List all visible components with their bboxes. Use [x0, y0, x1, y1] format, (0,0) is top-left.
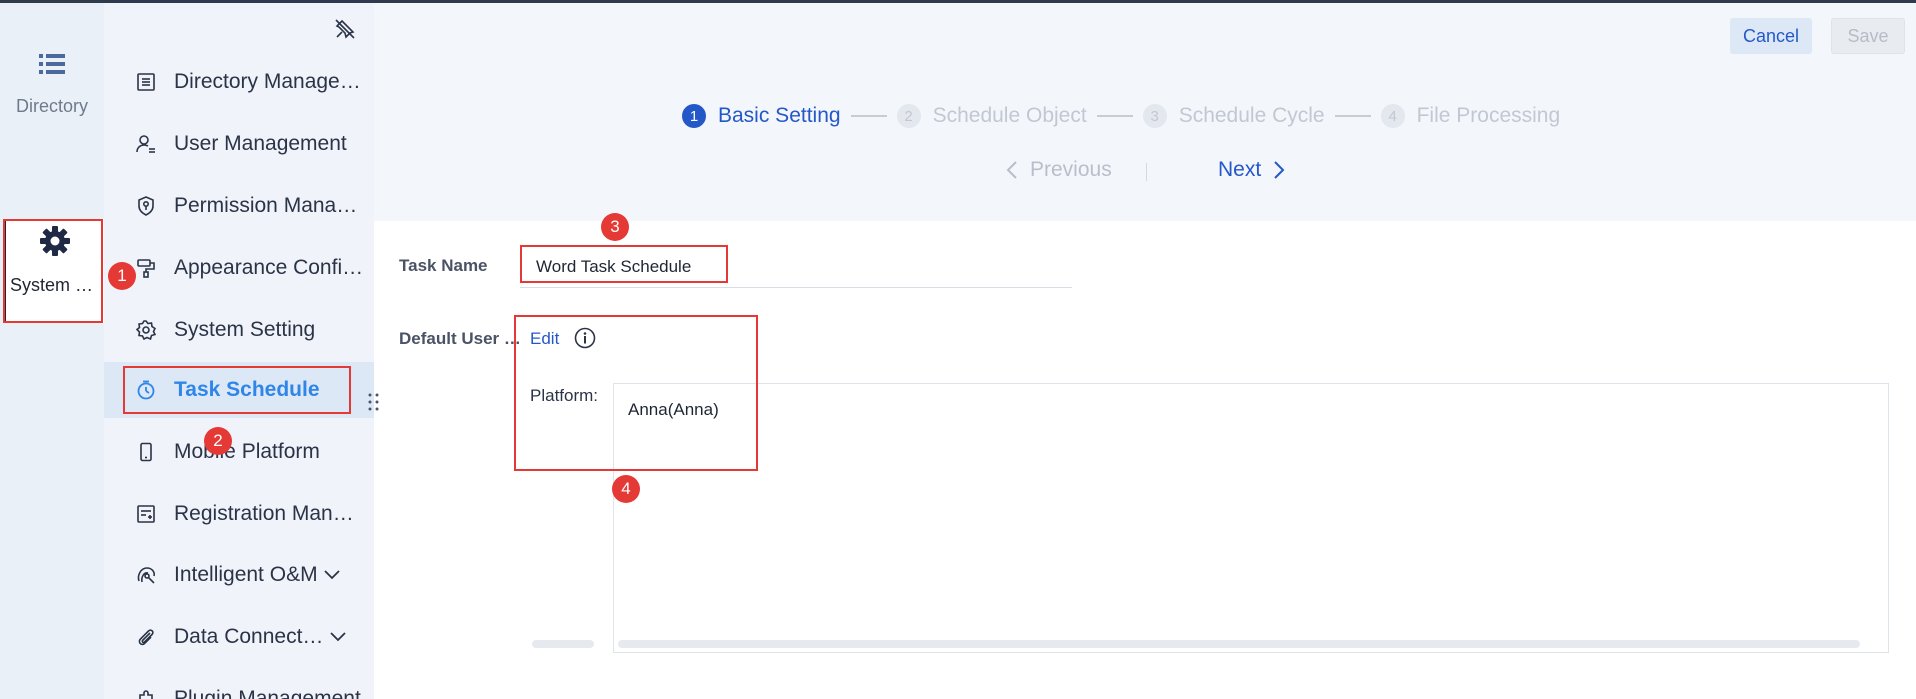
annotation-badge-3: 3 — [601, 213, 629, 241]
annotation-badge-2: 2 — [204, 427, 232, 455]
menu-item-label: User Management — [174, 132, 347, 155]
step-number: 3 — [1142, 104, 1167, 128]
step-file-processing[interactable]: 4 File Processing — [1380, 104, 1561, 128]
menu-item-permission-management[interactable]: Permission Management — [104, 178, 374, 234]
annotation-badge-1: 1 — [108, 262, 136, 290]
menu-item-user-management[interactable]: User Management — [104, 116, 374, 172]
nav-divider — [1146, 163, 1147, 181]
menu-item-label: Data Connection — [174, 625, 324, 648]
step-connector — [1334, 115, 1371, 117]
step-label: Schedule Object — [932, 104, 1087, 127]
menu-item-label: Mobile Platform — [174, 440, 320, 463]
horizontal-scrollbar[interactable] — [618, 640, 1860, 648]
rail-directory-label: Directory — [15, 96, 88, 116]
step-basic-setting[interactable]: 1 Basic Setting — [682, 104, 841, 128]
left-scrollbar[interactable] — [532, 640, 594, 648]
step-label: Schedule Cycle — [1178, 104, 1325, 127]
gear-icon — [134, 318, 158, 342]
menu-item-intelligent-om[interactable]: Intelligent O&M — [104, 547, 374, 603]
previous-label: Previous — [1030, 158, 1112, 181]
step-label: File Processing — [1416, 104, 1561, 127]
chevron-left-icon — [1006, 161, 1017, 179]
step-connector — [1096, 115, 1133, 117]
mobile-icon — [134, 440, 158, 464]
list-doc-icon — [134, 70, 158, 94]
chevron-right-icon — [1274, 161, 1285, 179]
plugin-icon — [134, 687, 158, 699]
next-label: Next — [1218, 158, 1262, 181]
menu-item-label: Plugin Management — [174, 687, 361, 699]
menu-item-mobile-platform[interactable]: Mobile Platform — [104, 424, 374, 480]
menu-item-label: System Setting — [174, 318, 316, 341]
menu-item-label: Directory Management — [174, 70, 364, 93]
previous-button[interactable]: Previous — [1006, 158, 1112, 182]
platform-user-box[interactable] — [613, 383, 1889, 653]
step-number: 2 — [896, 104, 921, 128]
menu-item-appearance-configuration[interactable]: Appearance Configuration — [104, 240, 374, 296]
menu-item-system-setting[interactable]: System Setting — [104, 302, 374, 358]
user-list-icon — [134, 132, 158, 156]
chevron-down-icon — [323, 570, 340, 580]
register-icon — [134, 502, 158, 526]
next-button[interactable]: Next — [1218, 158, 1285, 182]
step-number: 4 — [1380, 104, 1405, 128]
step-number: 1 — [682, 104, 706, 128]
menu-item-registration-management[interactable]: Registration Management — [104, 486, 374, 542]
menu-item-directory-management[interactable]: Directory Management — [104, 54, 374, 110]
cancel-button[interactable]: Cancel — [1730, 18, 1812, 54]
menu-item-label: Intelligent O&M — [174, 563, 318, 586]
shield-key-icon — [134, 194, 158, 218]
annotation-box-2 — [123, 366, 351, 414]
wizard-steps: 1 Basic Setting 2 Schedule Object 3 Sche… — [682, 102, 1560, 130]
task-name-label: Task Name — [399, 256, 488, 275]
intelligent-om-icon — [134, 563, 158, 587]
step-schedule-object[interactable]: 2 Schedule Object — [896, 104, 1087, 128]
list-icon — [39, 54, 65, 74]
unpin-icon[interactable] — [334, 18, 356, 40]
paint-roller-icon — [134, 256, 158, 280]
annotation-box-1 — [3, 219, 103, 323]
rail-item-directory[interactable]: Directory — [0, 52, 104, 117]
menu-item-data-connection[interactable]: Data Connection — [104, 609, 374, 665]
chevron-down-icon — [330, 632, 346, 642]
paperclip-icon — [134, 625, 158, 649]
step-label: Basic Setting — [718, 104, 841, 127]
default-user-label: Default User Setting — [399, 329, 529, 348]
resize-handle-icon[interactable] — [366, 392, 382, 412]
menu-item-label: Appearance Configuration — [174, 256, 364, 279]
menu-item-label: Permission Management — [174, 194, 364, 217]
menu-item-plugin-management[interactable]: Plugin Management — [104, 671, 374, 699]
annotation-box-3 — [520, 245, 728, 283]
menu-item-label: Registration Management — [174, 502, 364, 525]
annotation-box-4 — [514, 315, 758, 471]
annotation-badge-4: 4 — [612, 475, 640, 503]
step-connector — [850, 115, 887, 117]
step-schedule-cycle[interactable]: 3 Schedule Cycle — [1142, 104, 1325, 128]
save-button[interactable]: Save — [1831, 18, 1905, 54]
